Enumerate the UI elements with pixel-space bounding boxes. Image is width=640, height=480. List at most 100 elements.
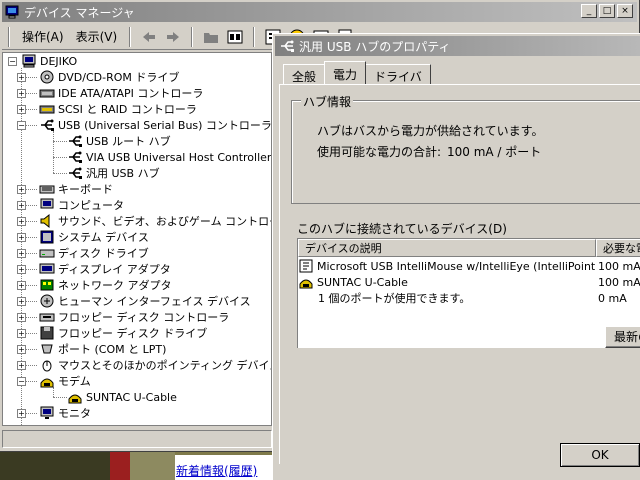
close-button[interactable]: × [617, 4, 633, 18]
sound-icon [39, 213, 55, 229]
tree-item-child[interactable]: 汎用 USB ハブ [67, 165, 160, 181]
tree-label: ディスプレイ アダプタ [58, 263, 171, 276]
tree-item[interactable]: フロッピー ディスク コントローラ [39, 309, 229, 325]
tree-expander[interactable]: − [17, 121, 26, 130]
tree-expander[interactable]: + [17, 265, 26, 274]
usb-icon [67, 149, 83, 165]
tree-label: USB ルート ハブ [86, 135, 171, 148]
tree-item[interactable]: ヒューマン インターフェイス デバイス [39, 293, 251, 309]
tree-item[interactable]: フロッピー ディスク ドライブ [39, 325, 207, 341]
tree-connector [53, 397, 67, 398]
tree-item-child[interactable]: USB ルート ハブ [67, 133, 171, 149]
list-item[interactable]: SUNTAC U-Cable 100 mA [298, 274, 640, 290]
tree-item[interactable]: ネットワーク アダプタ [39, 277, 172, 293]
refresh-button[interactable]: 最新の [605, 326, 640, 348]
tree-expander[interactable]: + [17, 73, 26, 82]
device-view-icon[interactable] [226, 28, 244, 46]
tree-item[interactable]: ディスク ドライブ [39, 245, 149, 261]
tree-expander[interactable]: + [17, 313, 26, 322]
tree-expander[interactable]: − [8, 57, 17, 66]
tree-item[interactable]: モニタ [39, 405, 91, 421]
menu-action[interactable]: 操作(A) [16, 28, 70, 45]
device-name: SUNTAC U-Cable [317, 275, 408, 289]
tree-item[interactable]: キーボード [39, 181, 113, 197]
tree-expander[interactable]: + [17, 409, 26, 418]
tree-expander[interactable]: + [17, 185, 26, 194]
tab-driver[interactable]: ドライバ [365, 64, 431, 84]
tree-item-child[interactable]: VIA USB Universal Host Controller [67, 149, 271, 165]
list-item[interactable]: Microsoft USB IntelliMouse w/IntelliEye … [298, 258, 640, 274]
tree-expander[interactable]: + [17, 329, 26, 338]
maximize-button[interactable]: □ [599, 4, 615, 18]
list-item[interactable]: 1 個のポートが使用できます。 0 mA [298, 290, 627, 306]
tree-item[interactable]: USB (Universal Serial Bus) コントローラ [39, 117, 271, 133]
tab-strip: 全般 電力 ドライバ [283, 61, 431, 84]
mouse-icon [39, 357, 55, 373]
tree-expander[interactable]: + [17, 249, 26, 258]
connected-devices-list[interactable]: デバイスの説明 必要な電 Microsoft USB IntelliMouse … [297, 238, 640, 348]
tree-expander[interactable]: + [17, 361, 26, 370]
ok-button[interactable]: OK [560, 443, 640, 467]
tree-label: DVD/CD-ROM ドライブ [58, 71, 180, 84]
tree-connector [53, 131, 54, 173]
tree-expander[interactable]: + [17, 217, 26, 226]
forward-arrow-icon[interactable] [164, 28, 182, 46]
system-icon [39, 229, 55, 245]
tree-expander[interactable]: + [17, 297, 26, 306]
background-panel [0, 450, 110, 480]
tree-label: SUNTAC U-Cable [86, 390, 177, 404]
tree-item[interactable]: SCSI と RAID コントローラ [39, 101, 197, 117]
usb-icon [67, 133, 83, 149]
tree-connector [53, 173, 67, 174]
device-manager-titlebar[interactable]: デバイス マネージャ _ □ × [2, 2, 637, 22]
tree-item[interactable]: ディスプレイ アダプタ [39, 261, 171, 277]
tab-general[interactable]: 全般 [283, 64, 326, 84]
dialog-titlebar[interactable]: 汎用 USB ハブのプロパティ [275, 36, 640, 56]
tree-expander[interactable]: + [17, 201, 26, 210]
back-arrow-icon[interactable] [140, 28, 158, 46]
floppy-controller-icon [39, 309, 55, 325]
disk-icon [39, 245, 55, 261]
tree-expander[interactable]: + [17, 89, 26, 98]
tree-item-child[interactable]: SUNTAC U-Cable [67, 389, 177, 405]
column-power-required[interactable]: 必要な電 [596, 239, 640, 257]
tree-root[interactable]: DEJIKO [21, 53, 77, 69]
hub-power-source-text: ハブはバスから電力が供給されています。 [317, 124, 544, 138]
tree-label: システム デバイス [58, 231, 149, 244]
tree-label: DEJIKO [40, 54, 78, 68]
background-panel [110, 450, 130, 480]
minimize-button[interactable]: _ [581, 4, 597, 18]
menu-view[interactable]: 表示(V) [70, 28, 124, 45]
tree-item[interactable]: DVD/CD-ROM ドライブ [39, 69, 179, 85]
keyboard-icon [39, 181, 55, 197]
ide-icon [39, 85, 55, 101]
tree-item[interactable]: コンピュータ [39, 197, 124, 213]
news-history-link[interactable]: 新着情報(履歴) [176, 462, 257, 479]
tree-label: SCSI と RAID コントローラ [58, 103, 197, 116]
tree-item[interactable]: マウスとそのほかのポインティング デバイス [39, 357, 271, 373]
network-icon [39, 277, 55, 293]
tree-item[interactable]: システム デバイス [39, 229, 149, 245]
device-tree[interactable]: − DEJIKO + DVD/CD-ROM ドライブ + IDE ATA/ATAPI … [2, 52, 272, 426]
window-title: デバイス マネージャ [24, 5, 135, 20]
hid-icon [39, 293, 55, 309]
tree-expander[interactable]: + [17, 281, 26, 290]
tree-item[interactable]: サウンド、ビデオ、およびゲーム コントローラ [39, 213, 271, 229]
folder-icon[interactable] [202, 28, 220, 46]
connected-devices-label: このハブに接続されているデバイス(D) [297, 222, 507, 236]
tree-expander[interactable]: + [17, 233, 26, 242]
modem-icon [298, 274, 314, 290]
usb-icon [67, 165, 83, 181]
tab-power[interactable]: 電力 [324, 61, 367, 84]
device-name: Microsoft USB IntelliMouse w/IntelliEye … [317, 259, 596, 273]
tree-item[interactable]: IDE ATA/ATAPI コントローラ [39, 85, 203, 101]
column-device-description[interactable]: デバイスの説明 [298, 239, 596, 257]
port-icon [39, 341, 55, 357]
tree-expander[interactable]: + [17, 345, 26, 354]
background-panel [130, 450, 175, 480]
tree-expander[interactable]: − [17, 377, 26, 386]
tree-item[interactable]: ポート (COM と LPT) [39, 341, 166, 357]
tree-item[interactable]: モデム [39, 373, 91, 389]
tree-label: モニタ [58, 407, 91, 420]
tree-expander[interactable]: + [17, 105, 26, 114]
